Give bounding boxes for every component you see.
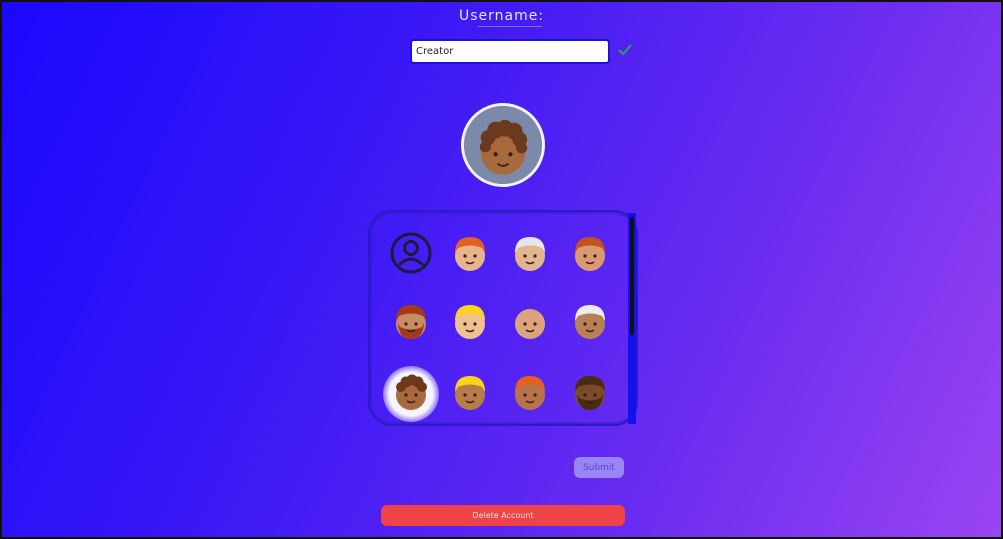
face-blond-medium-icon[interactable] [448,370,492,414]
face-bald-medium-icon[interactable] [508,299,552,343]
username-input[interactable] [410,39,610,64]
face-curly-medium-icon[interactable] [389,370,433,414]
selected-avatar-preview [461,103,545,187]
face-beard-dark-icon[interactable] [568,370,612,414]
face-blond-light-icon[interactable] [448,299,492,343]
face-red-hair-dark-icon[interactable] [508,370,552,414]
default-user-icon[interactable] [389,231,433,275]
username-heading: Username: [458,8,545,24]
face-white-hair-medium-icon[interactable] [568,299,612,343]
heading-underline [478,26,542,27]
picker-scrollbar-thumb[interactable] [630,217,634,335]
delete-account-button[interactable]: Delete Account [381,505,625,526]
face-beard-red-icon[interactable] [389,299,433,343]
face-red-hair-light-icon[interactable] [448,231,492,275]
face-red-hair-medium-icon[interactable] [568,231,612,275]
checkmark-icon[interactable] [617,42,633,58]
submit-button[interactable]: Submit [574,457,624,478]
face-white-hair-light-icon[interactable] [508,231,552,275]
